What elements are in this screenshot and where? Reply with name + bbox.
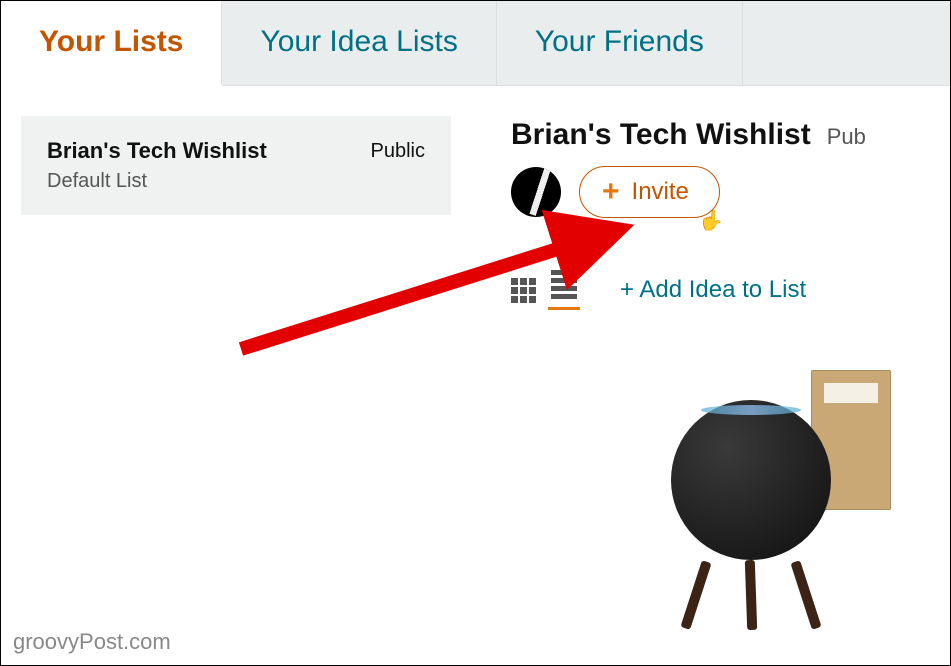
tab-your-lists[interactable]: Your Lists bbox=[1, 1, 222, 86]
list-card[interactable]: Brian's Tech Wishlist Default List Publi… bbox=[21, 116, 451, 215]
pointer-cursor-icon: 👆 bbox=[699, 208, 724, 233]
product-image bbox=[641, 370, 891, 620]
plus-icon: + bbox=[602, 177, 620, 207]
avatar[interactable] bbox=[511, 167, 561, 217]
list-visibility: Pub bbox=[827, 124, 866, 150]
list-detail: Brian's Tech Wishlist Pub + Invite 👆 bbox=[511, 116, 930, 620]
lists-sidebar: Brian's Tech Wishlist Default List Publi… bbox=[21, 116, 451, 620]
list-card-sublabel: Default List bbox=[47, 170, 267, 193]
tabs-bar: Your Lists Your Idea Lists Your Friends bbox=[1, 1, 950, 86]
content-area: Brian's Tech Wishlist Default List Publi… bbox=[1, 86, 950, 620]
grid-view-icon[interactable] bbox=[511, 278, 536, 303]
add-idea-link[interactable]: + Add Idea to List bbox=[620, 276, 806, 304]
product-item[interactable] bbox=[511, 370, 930, 620]
list-card-title: Brian's Tech Wishlist bbox=[47, 138, 267, 164]
view-toggle bbox=[511, 270, 580, 310]
list-view-icon[interactable] bbox=[548, 270, 580, 310]
list-card-visibility: Public bbox=[371, 138, 425, 163]
tab-your-idea-lists[interactable]: Your Idea Lists bbox=[222, 1, 496, 85]
tab-your-friends[interactable]: Your Friends bbox=[497, 1, 743, 85]
watermark: groovyPost.com bbox=[13, 629, 171, 655]
list-title: Brian's Tech Wishlist bbox=[511, 118, 811, 152]
invite-label: Invite bbox=[632, 178, 689, 206]
